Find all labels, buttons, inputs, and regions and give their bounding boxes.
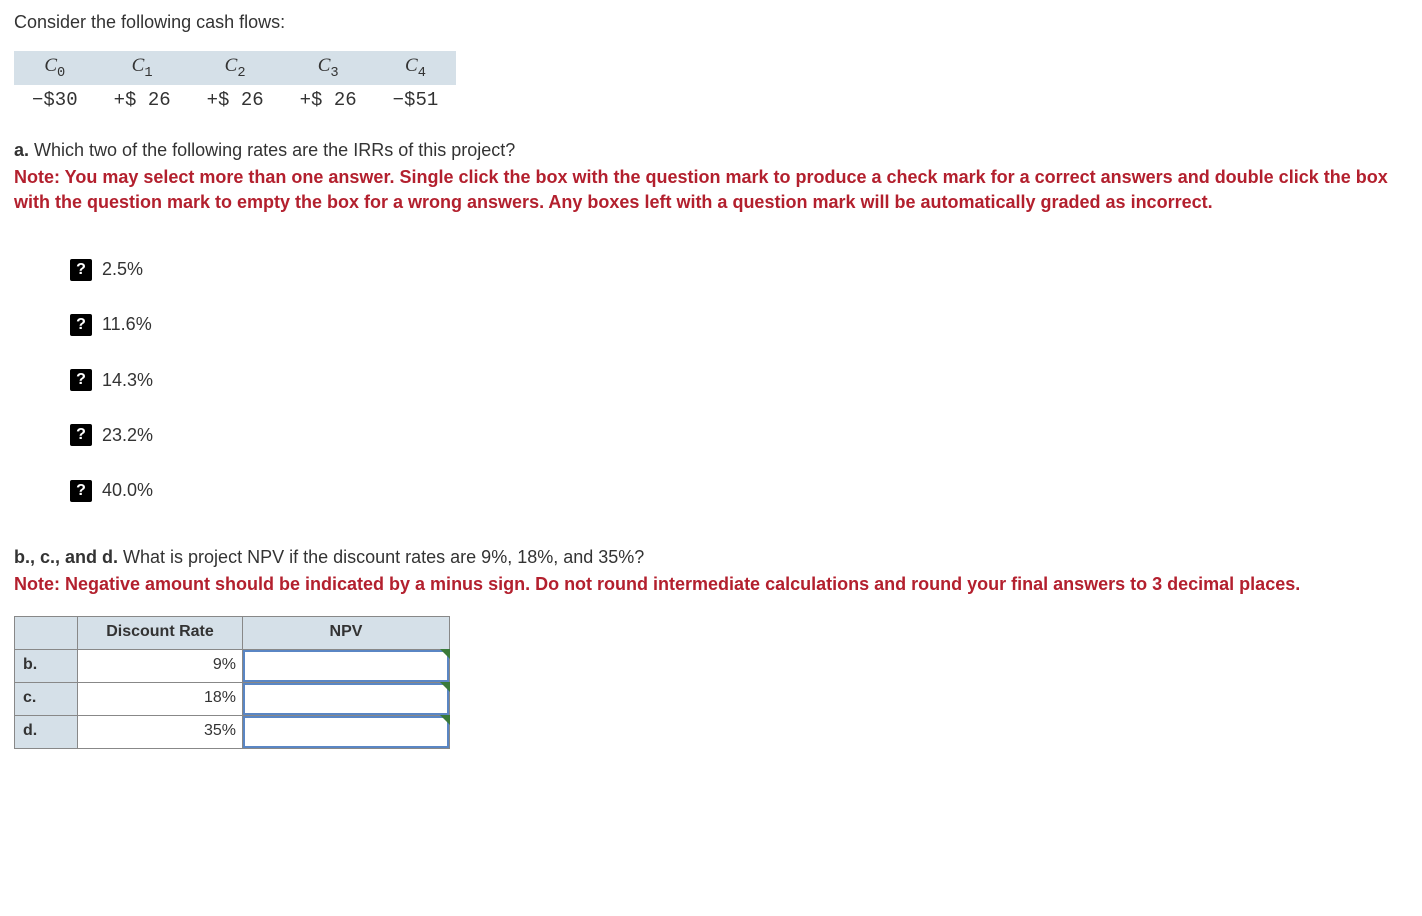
checkbox-2[interactable]: ? [70,369,92,391]
option-row-0: ? 2.5% [70,257,1408,282]
corner-flag-icon [440,715,450,725]
intro-text: Consider the following cash flows: [14,10,1408,35]
npv-table: Discount Rate NPV b. 9% c. 18% d. 35% [14,616,450,749]
cashflow-c3: +$ 26 [282,85,375,116]
npv-row-b-rate: 9% [78,649,243,682]
checkbox-4[interactable]: ? [70,480,92,502]
part-a-question: a. Which two of the following rates are … [14,138,1408,163]
npv-blank-header [15,616,78,649]
checkbox-3[interactable]: ? [70,424,92,446]
option-row-2: ? 14.3% [70,368,1408,393]
npv-row-b-label: b. [15,649,78,682]
npv-input-c[interactable] [243,683,449,715]
cashflow-c4: −$51 [375,85,457,116]
part-a-note: Note: You may select more than one answe… [14,165,1408,215]
npv-row-c-label: c. [15,682,78,715]
cashflow-c1: +$ 26 [96,85,189,116]
part-bcd-question: b., c., and d. What is project NPV if th… [14,545,1408,570]
npv-row-c-rate: 18% [78,682,243,715]
cashflow-c0: −$30 [14,85,96,116]
cashflow-c2: +$ 26 [189,85,282,116]
npv-discount-header: Discount Rate [78,616,243,649]
npv-input-d[interactable] [243,716,449,748]
npv-row-d-rate: 35% [78,715,243,748]
checkbox-1[interactable]: ? [70,314,92,336]
npv-input-b[interactable] [243,650,449,682]
checkbox-0[interactable]: ? [70,259,92,281]
option-label-2: 14.3% [102,368,153,393]
part-a-options: ? 2.5% ? 11.6% ? 14.3% ? 23.2% ? 40.0% [70,257,1408,503]
option-row-1: ? 11.6% [70,312,1408,337]
option-label-1: 11.6% [102,312,152,337]
corner-flag-icon [440,682,450,692]
part-bcd-note: Note: Negative amount should be indicate… [14,572,1408,597]
corner-flag-icon [440,649,450,659]
option-row-4: ? 40.0% [70,478,1408,503]
cashflow-table: C0 C1 C2 C3 C4 −$30 +$ 26 +$ 26 +$ 26 −$… [14,51,456,116]
option-label-3: 23.2% [102,423,153,448]
option-label-0: 2.5% [102,257,143,282]
npv-row-d-label: d. [15,715,78,748]
npv-npv-header: NPV [243,616,450,649]
option-row-3: ? 23.2% [70,423,1408,448]
option-label-4: 40.0% [102,478,153,503]
